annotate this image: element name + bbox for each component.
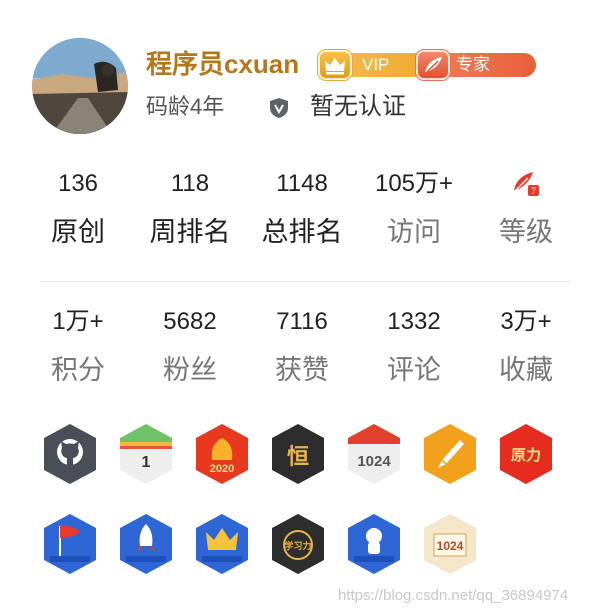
stat-value: 105万+ <box>374 170 454 197</box>
stat-label: 粉丝 <box>163 355 217 385</box>
badge-text: 1024 <box>357 453 391 470</box>
stat-label: 收藏 <box>499 355 553 385</box>
badge-text: 学习力 <box>284 540 311 552</box>
expert-label: 专家 <box>442 53 536 77</box>
certification-text: 暂无认证 <box>310 93 406 120</box>
github-badge-icon[interactable] <box>40 422 100 486</box>
stat-fans[interactable]: 5682 粉丝 <box>134 306 246 388</box>
stat-label: 积分 <box>51 355 105 385</box>
calendar-1day-badge-icon[interactable]: 1 <box>116 422 176 486</box>
persistence-badge-icon[interactable]: 恒 <box>268 422 328 486</box>
yuanli-breakthrough-badge-icon[interactable] <box>116 512 176 576</box>
stat-value: 1万+ <box>52 308 104 335</box>
badge-text: 恒 <box>287 444 309 470</box>
username[interactable]: 程序员cxuan <box>146 48 299 80</box>
quill-icon <box>416 50 450 80</box>
stat-points: 1万+ 积分 <box>22 306 134 388</box>
stat-label: 访问 <box>387 217 441 247</box>
stat-label: 评论 <box>387 355 441 385</box>
stat-value: 118 <box>170 170 210 197</box>
badge-text: 1 <box>142 454 151 471</box>
badge-1024-scroll-icon[interactable]: 1024 <box>420 512 480 576</box>
badge-text: 1024 <box>437 539 464 553</box>
code-age: 码龄4年 <box>146 94 225 119</box>
shield-v-icon <box>270 98 288 118</box>
badge-2020-icon[interactable]: 2020 <box>192 422 252 486</box>
badges-row-1: 1 2020 恒 1024 原力 <box>40 422 580 486</box>
stat-week-rank[interactable]: 118 周排名 <box>134 168 246 250</box>
stat-value: 7116 <box>276 308 328 335</box>
stat-label: 总排名 <box>261 217 343 247</box>
badges-row-2: 学习力 1024 <box>40 512 580 576</box>
badge-1024-icon[interactable]: 1024 <box>344 422 404 486</box>
avatar[interactable] <box>32 38 128 134</box>
stat-label: 获赞 <box>275 355 329 385</box>
yuanli-badge-icon[interactable]: 原力 <box>496 422 556 486</box>
crown-icon <box>318 50 352 80</box>
stat-comments: 1332 评论 <box>358 306 470 388</box>
yuanli-king-badge-icon[interactable] <box>192 512 252 576</box>
stat-visits: 105万+ 访问 <box>358 168 470 250</box>
fountain-pen-badge-icon[interactable] <box>420 422 480 486</box>
stat-value: 1148 <box>276 170 328 197</box>
stat-value: 136 <box>57 170 99 197</box>
learning-badge-icon[interactable]: 学习力 <box>268 512 328 576</box>
stat-value: 1332 <box>387 308 441 335</box>
badge-text: 原力 <box>511 446 541 464</box>
stat-original[interactable]: 136 原创 <box>22 168 134 250</box>
watermark: https://blog.csdn.net/qq_36894974 <box>338 587 569 604</box>
stat-total-rank[interactable]: 1148 总排名 <box>246 168 358 250</box>
stat-level[interactable]: 7 等级 <box>470 168 582 250</box>
stat-value: 3万+ <box>500 308 552 335</box>
level-pen-icon: 7 <box>470 168 582 200</box>
stat-label: 等级 <box>499 217 553 247</box>
expert-badge[interactable]: 专家 <box>416 50 542 80</box>
yuanli-newcomer-badge-icon[interactable] <box>344 512 404 576</box>
profile-header: 程序员cxuan VIP 专家 码龄4年 暂无认证 <box>32 38 572 138</box>
stat-value: 5682 <box>163 308 217 335</box>
stat-likes: 7116 获赞 <box>246 306 358 388</box>
stat-label: 周排名 <box>149 217 231 247</box>
yuanli-explore-badge-icon[interactable] <box>40 512 100 576</box>
stat-label: 原创 <box>51 217 105 247</box>
divider <box>40 281 570 282</box>
badge-text: 2020 <box>210 463 234 475</box>
svg-text:7: 7 <box>531 186 536 196</box>
stat-favorites: 3万+ 收藏 <box>470 306 582 388</box>
